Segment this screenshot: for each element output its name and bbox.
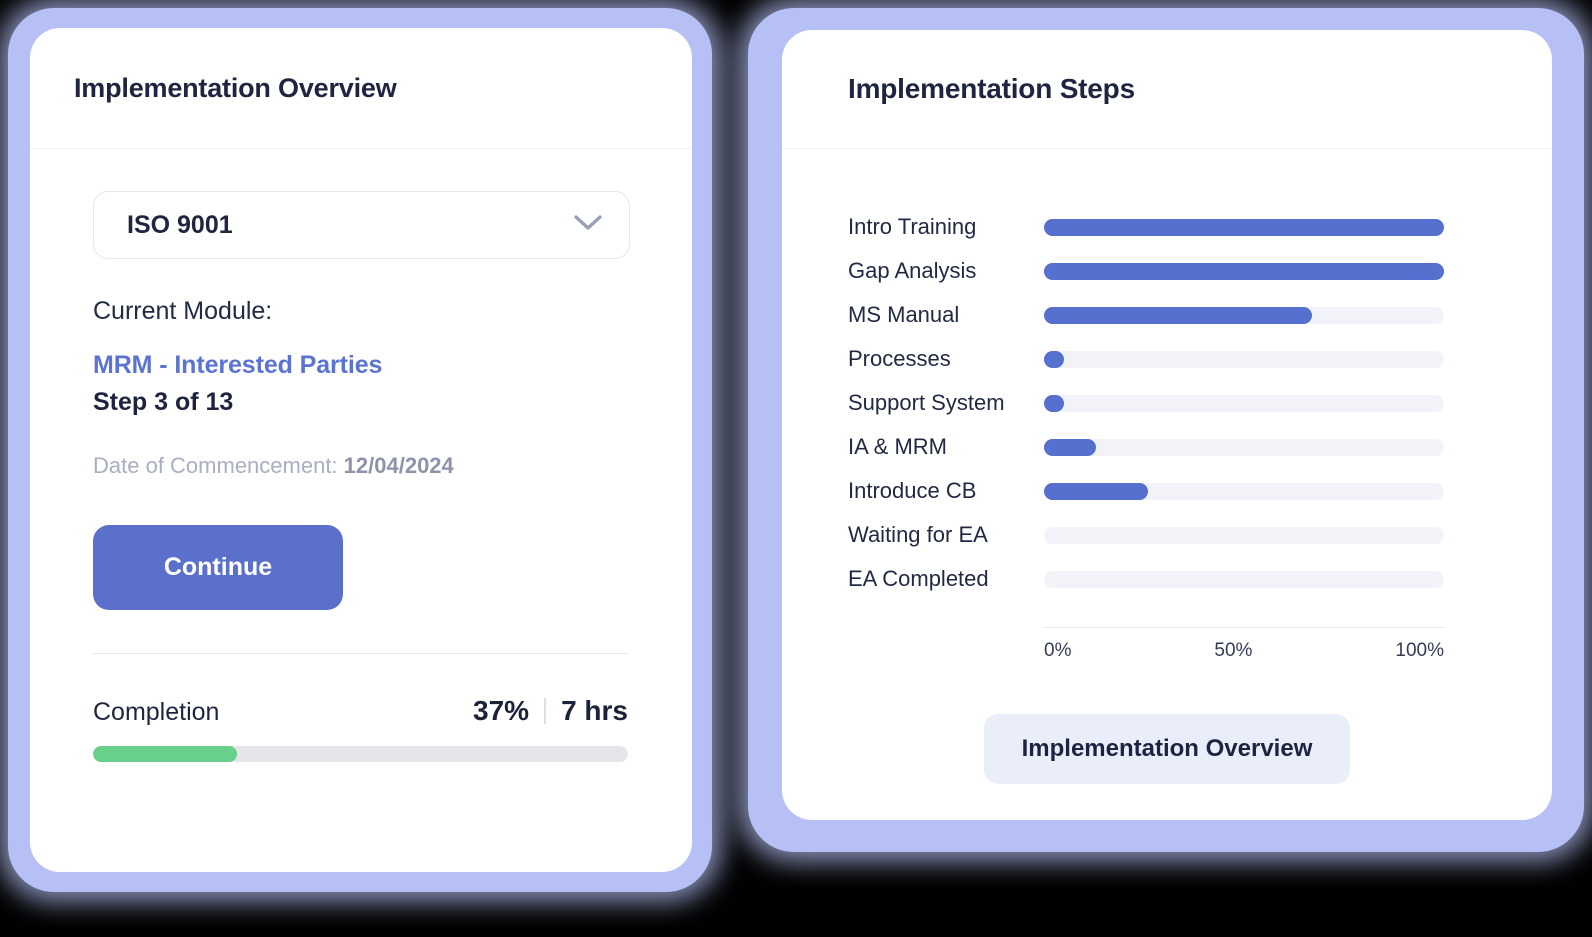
completion-percent: 37%	[473, 695, 530, 726]
completion-hours: 7 hrs	[561, 695, 628, 726]
date-of-commencement-label: Date of Commencement:	[93, 453, 338, 478]
chart-row-track	[1044, 306, 1444, 324]
chart-row-fill	[1044, 350, 1064, 368]
chart-axis-tick: 0%	[1044, 640, 1072, 661]
chart-row: Waiting for EA	[848, 513, 1552, 557]
chart-row-fill	[1044, 306, 1312, 324]
chart-axis-tick: 50%	[1214, 640, 1253, 661]
completion-values: 37% 7 hrs	[473, 695, 628, 727]
chart-row-track	[1044, 482, 1444, 500]
chart-row-label: Waiting for EA	[848, 522, 988, 547]
chart-row: Support System	[848, 381, 1552, 425]
overview-card-body: ISO 9001 Current Module: MRM - Intereste…	[30, 149, 692, 762]
chart-row-track	[1044, 526, 1444, 544]
chart-row-label: Intro Training	[848, 214, 977, 239]
divider	[93, 653, 628, 654]
chart-row-label: Processes	[848, 346, 951, 371]
completion-progress-bar	[93, 746, 628, 762]
chart-row: Introduce CB	[848, 469, 1552, 513]
continue-button[interactable]: Continue	[93, 525, 343, 610]
standard-select-value: ISO 9001	[127, 210, 233, 239]
date-of-commencement: Date of Commencement: 12/04/2024	[93, 453, 660, 479]
chart-row-track	[1044, 350, 1444, 368]
chart-row-track	[1044, 570, 1444, 588]
chart-row-track	[1044, 262, 1444, 280]
chevron-down-icon	[573, 214, 603, 237]
chart-row-fill	[1044, 218, 1444, 236]
chart-row-track	[1044, 438, 1444, 456]
value-divider	[544, 698, 547, 724]
chart-axis-line	[1044, 627, 1444, 628]
chart-row-fill	[1044, 394, 1064, 412]
chart-row-label: Support System	[848, 390, 1005, 415]
standard-select[interactable]: ISO 9001	[93, 191, 630, 259]
implementation-overview-button[interactable]: Implementation Overview	[983, 714, 1351, 784]
steps-chart: Intro Training Gap Analysis MS Manual Proce…	[782, 149, 1552, 784]
chart-row: IA & MRM	[848, 425, 1552, 469]
chart-row-track	[1044, 218, 1444, 236]
current-module-name[interactable]: MRM - Interested Parties	[93, 351, 660, 380]
chart-row-fill	[1044, 482, 1148, 500]
completion-label: Completion	[93, 698, 220, 726]
chart-row-label: EA Completed	[848, 566, 989, 591]
overview-card-header: Implementation Overview	[30, 28, 692, 149]
chart-row: Intro Training	[848, 205, 1552, 249]
chart-row: EA Completed	[848, 557, 1552, 601]
chart-row-label: Gap Analysis	[848, 258, 977, 283]
chart-row-fill	[1044, 438, 1096, 456]
chart-axis-tick: 100%	[1395, 640, 1444, 661]
implementation-steps-card: Implementation Steps Intro Training Gap A…	[782, 30, 1552, 820]
chart-row-label: Introduce CB	[848, 478, 977, 503]
chart-axis-labels: 0% 50% 100%	[1044, 640, 1444, 662]
chart-row: Processes	[848, 337, 1552, 381]
completion-row: Completion 37% 7 hrs	[93, 695, 628, 727]
screen: Implementation Overview ISO 9001 Current…	[0, 0, 1592, 937]
date-of-commencement-value: 12/04/2024	[343, 453, 454, 478]
chart-row-label: IA & MRM	[848, 434, 948, 459]
step-indicator: Step 3 of 13	[93, 388, 234, 416]
chart-row-label: MS Manual	[848, 302, 960, 327]
chart-row: MS Manual	[848, 293, 1552, 337]
current-module-label: Current Module:	[93, 297, 273, 325]
steps-card-header: Implementation Steps	[782, 30, 1552, 149]
chart-row-track	[1044, 394, 1444, 412]
implementation-overview-card: Implementation Overview ISO 9001 Current…	[30, 28, 692, 872]
page-title: Implementation Overview	[74, 72, 397, 103]
chart-row-fill	[1044, 262, 1444, 280]
steps-card-footer: Implementation Overview	[782, 714, 1552, 784]
steps-title: Implementation Steps	[848, 73, 1135, 104]
completion-progress-fill	[93, 746, 238, 762]
chart-row: Gap Analysis	[848, 249, 1552, 293]
chart-rows: Intro Training Gap Analysis MS Manual Proce…	[782, 205, 1552, 601]
